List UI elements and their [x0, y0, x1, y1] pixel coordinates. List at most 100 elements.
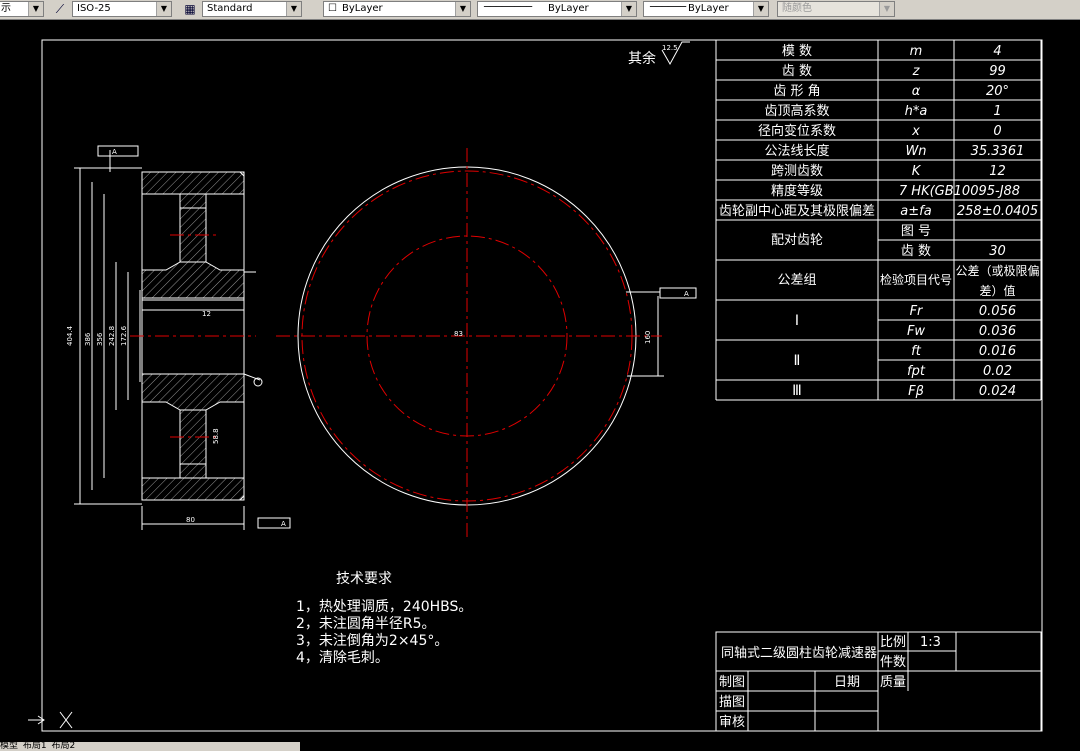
tol-group: Ⅱ [794, 353, 801, 369]
tab-layout1[interactable]: 布局1 [23, 742, 47, 751]
datum-label-a-bottom: A [281, 520, 286, 528]
tol-code: Fw [907, 324, 925, 339]
chevron-down-icon[interactable]: ▼ [286, 2, 301, 16]
tol-value: 0.056 [979, 304, 1016, 319]
tab-layout2[interactable]: 布局2 [52, 742, 76, 751]
line-sample-icon: ────── [650, 2, 687, 13]
param-name: 跨测齿数 [771, 164, 823, 179]
gear-parameter-table: 模 数 m 4 齿 数 z 99 齿 形 角 α 20° 齿顶高系数 h*a 1 径向变位系数 x 0 公法线… [715, 39, 1042, 401]
roughness-label: 其余 [628, 50, 656, 67]
param-symbol: h*a [905, 104, 928, 119]
chevron-down-icon[interactable]: ▼ [455, 2, 470, 16]
ucs-icon [28, 711, 73, 729]
param-value: 258±0.0405 [957, 204, 1038, 219]
drawn-label: 制图 [719, 675, 745, 690]
param-name: 模 数 [782, 44, 812, 59]
combo-value: ByLayer [548, 3, 589, 14]
pair-name: 齿 数 [901, 244, 931, 259]
line-sample-icon: ──────── [484, 2, 533, 13]
param-name: 齿轮副中心距及其极限偏差 [719, 204, 875, 219]
param-value: 12 [989, 164, 1006, 179]
linetype-combo[interactable]: ──────── ByLayer ▼ [477, 1, 637, 17]
scale-label: 比例 [880, 635, 906, 650]
color-swatch-icon: ☐ [328, 3, 337, 14]
tol-value-header: 差）值 [979, 283, 1015, 298]
dim-slot: 12 [202, 310, 211, 318]
dim-tip-diameter: 404.4 [66, 325, 74, 346]
tol-value-header: 公差（或极限偏 [955, 263, 1039, 278]
count-label: 件数 [880, 655, 906, 670]
tol-code: Fβ [908, 384, 924, 399]
tol-value: 0.024 [979, 384, 1016, 399]
tech-title: 技术要求 [336, 571, 392, 587]
dim-body-diameter: 356 [96, 332, 104, 346]
tol-value: 0.036 [979, 324, 1016, 339]
dim-center-small: 160 [644, 331, 652, 344]
roughness-value: 12.5 [662, 44, 678, 52]
param-name: 精度等级 [771, 183, 823, 199]
tol-value: 0.016 [979, 344, 1016, 359]
dim-root-diameter: 386 [84, 332, 92, 346]
chevron-down-icon[interactable]: ▼ [156, 2, 171, 16]
param-symbol: a±fa [900, 204, 931, 219]
param-name: 径向变位系数 [758, 123, 836, 139]
param-symbol: x [911, 124, 920, 139]
tol-group: Ⅰ [795, 313, 799, 329]
chevron-down-icon: ▼ [879, 2, 894, 16]
pair-value: 30 [989, 244, 1006, 259]
tech-item: 2，未注圆角半径R5。 [296, 616, 436, 632]
checked-label: 审核 [719, 715, 745, 730]
drawing-title: 同轴式二级圆柱齿轮减速器 [721, 646, 877, 661]
tol-group: Ⅲ [792, 383, 802, 399]
chevron-down-icon[interactable]: ▼ [753, 2, 768, 16]
datum-label-a: A [112, 148, 117, 156]
roughness-note: 其余 12.5 [628, 41, 690, 67]
date-label: 日期 [834, 675, 860, 690]
param-symbol: z [912, 64, 921, 79]
dimstyle-combo[interactable]: ISO-25 ▼ [72, 1, 172, 17]
tol-code: fpt [907, 364, 926, 379]
param-symbol: K [912, 164, 922, 179]
param-symbol: Wn [905, 144, 926, 159]
dim-width: 80 [186, 516, 195, 524]
dim-web-diameter: 242.8 [108, 326, 116, 346]
combo-value: Standard [207, 3, 253, 14]
section-dimension-text: 404.4 386 356 242.8 172.6 80 12 58.8 A A [66, 148, 286, 528]
tol-group-header: 公差组 [777, 273, 816, 288]
combo-value: 示 [1, 3, 11, 14]
tech-item: 4，清除毛刺。 [296, 650, 389, 666]
chevron-down-icon[interactable]: ▼ [28, 2, 43, 16]
dim-key-depth: 58.8 [212, 428, 220, 444]
combo-value: 随颜色 [782, 3, 812, 14]
param-value: 0 [993, 124, 1001, 139]
combo-value: ByLayer [688, 3, 729, 14]
tol-code: Fr [910, 304, 924, 319]
dim-hub-diameter: 172.6 [120, 325, 128, 346]
plotstyle-combo: 随颜色 ▼ [777, 1, 895, 17]
technical-requirements: 技术要求 1，热处理调质，240HBS。 2，未注圆角半径R5。 3，未注倒角为… [296, 571, 472, 666]
layout-tabs: 模型 布局1 布局2 [0, 742, 300, 751]
tab-model[interactable]: 模型 [0, 742, 18, 751]
mass-label: 质量 [880, 675, 906, 690]
dimstyle-icon[interactable]: ⟋ [52, 1, 68, 17]
gear-section-view [74, 145, 291, 530]
chevron-down-icon[interactable]: ▼ [621, 2, 636, 16]
color-combo[interactable]: ☐ ByLayer ▼ [323, 1, 471, 17]
pair-name: 图 号 [901, 224, 931, 239]
param-symbol: 7 HK(GB10095-J88 [899, 184, 1020, 199]
drawing-canvas[interactable]: 404.4 386 356 242.8 172.6 80 12 58.8 A A [0, 20, 1080, 742]
traced-label: 描图 [719, 695, 745, 710]
param-name: 齿 数 [782, 64, 812, 79]
table-style-icon[interactable]: ▦ [182, 1, 198, 17]
textstyle-combo-partial[interactable]: 示 ▼ [0, 1, 44, 17]
param-symbol: α [912, 84, 921, 99]
properties-toolbar: 示 ▼ ⟋ ISO-25 ▼ ▦ Standard ▼ ☐ ByLayer ▼ … [0, 0, 1080, 20]
param-value: 35.3361 [971, 144, 1025, 159]
tol-code: ft [911, 344, 922, 359]
lineweight-combo[interactable]: ────── ByLayer ▼ [643, 1, 769, 17]
combo-value: ISO-25 [77, 3, 111, 14]
param-name: 公法线长度 [764, 143, 829, 159]
param-value: 4 [993, 44, 1001, 59]
tablestyle-combo[interactable]: Standard ▼ [202, 1, 302, 17]
tol-code-header: 检验项目代号 [880, 272, 952, 287]
